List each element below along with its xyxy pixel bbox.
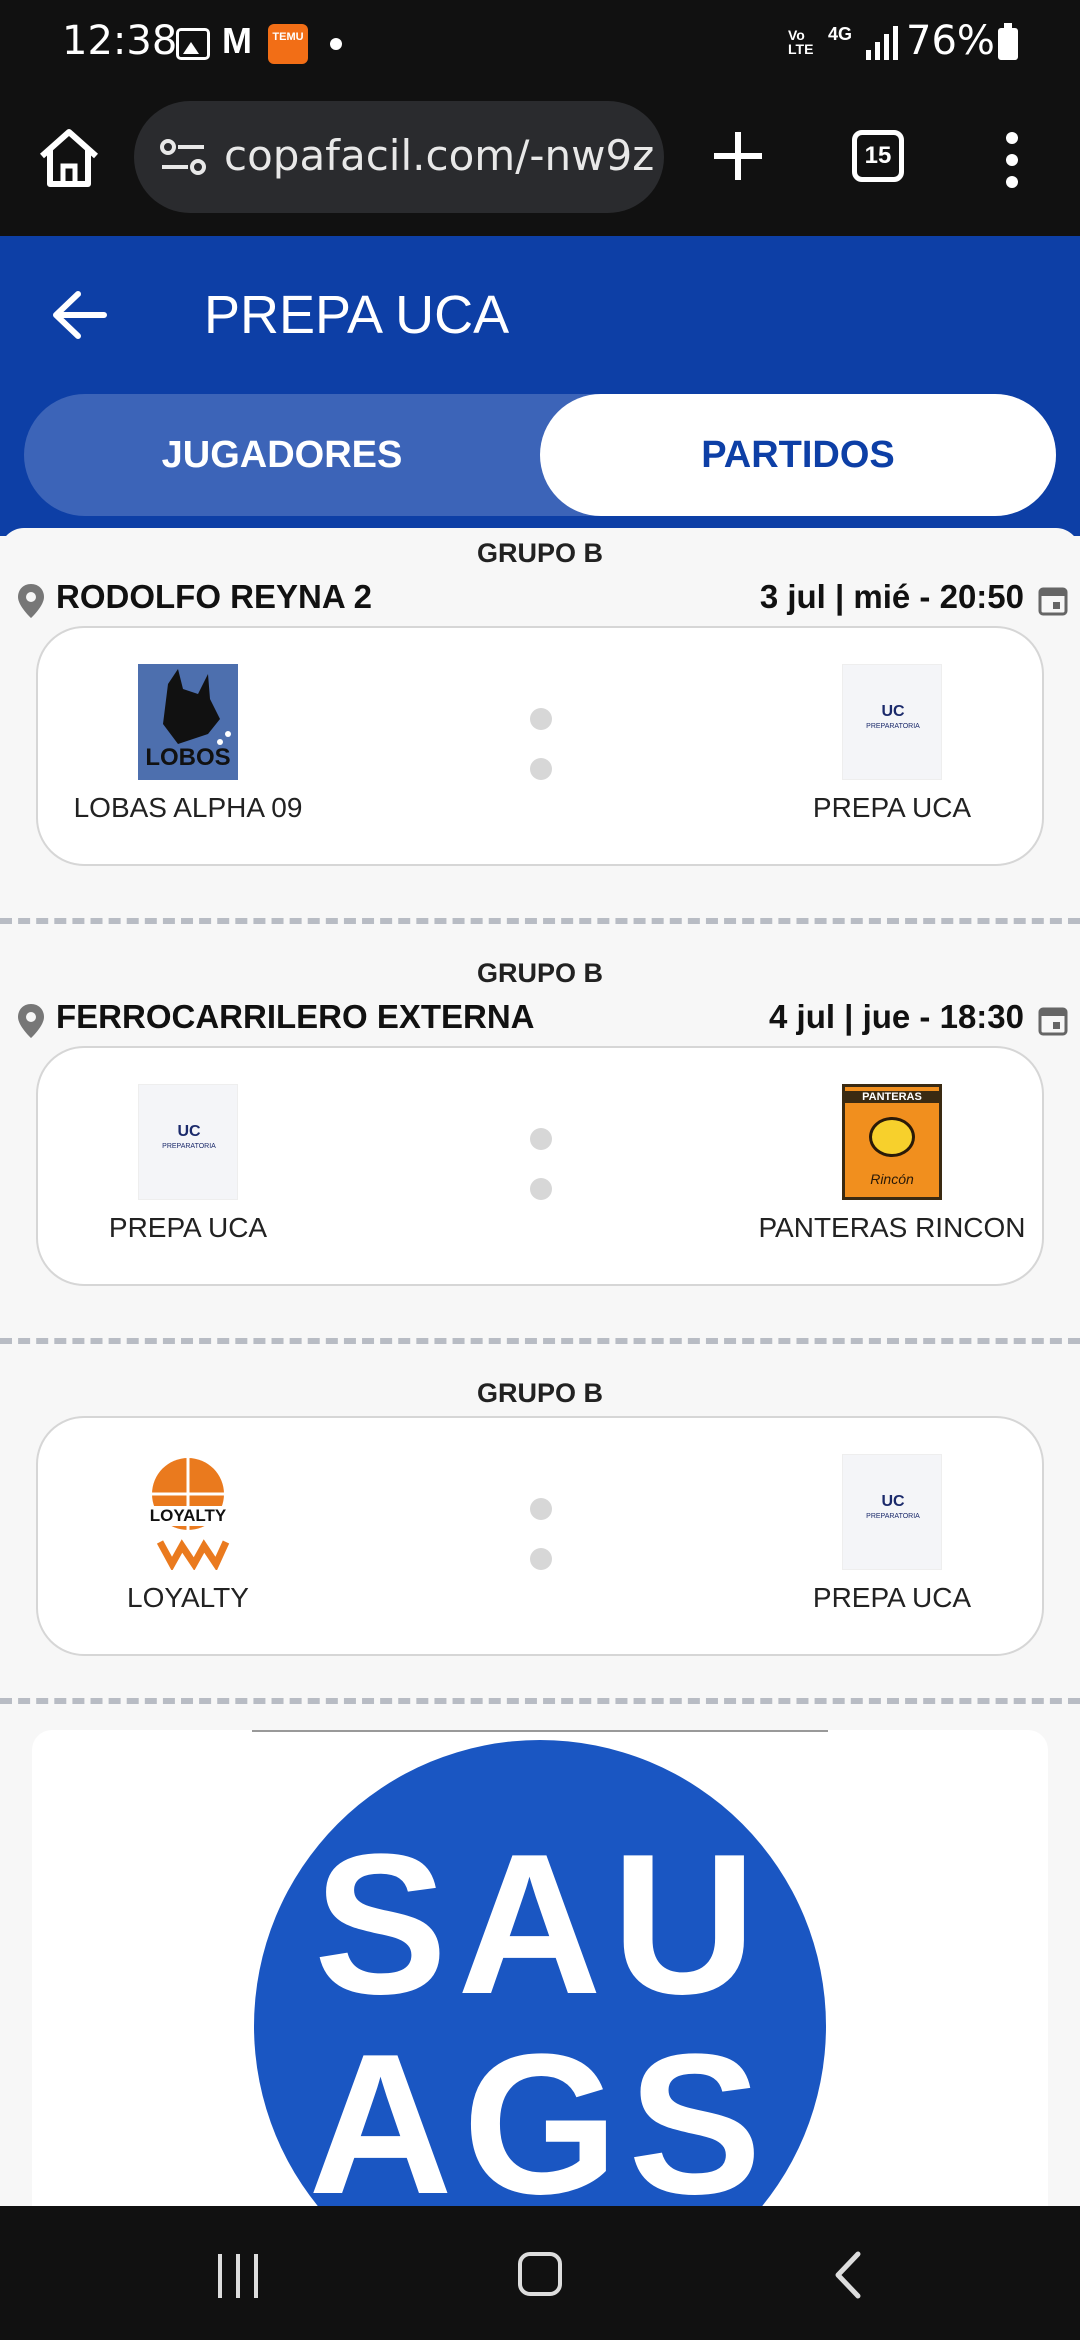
- team-name: PREPA UCA: [812, 792, 972, 823]
- back-arrow-icon[interactable]: [52, 290, 108, 340]
- uca-logo-subtext: PREPARATORIA: [866, 723, 920, 730]
- status-bar: 12:38 M TEMU Vo LTE 4G 76%: [0, 0, 1080, 86]
- back-icon[interactable]: [828, 2250, 868, 2300]
- team-name: PREPA UCA: [108, 1212, 268, 1243]
- loyalty-logo-text: LOYALTY: [138, 1506, 238, 1526]
- battery-percent: 76%: [906, 18, 995, 64]
- uca-logo: UC PREPARATORIA: [138, 1084, 238, 1200]
- page-title: PREPA UCA: [204, 285, 510, 345]
- group-label: GRUPO B: [476, 1378, 603, 1408]
- tab-partidos[interactable]: PARTIDOS: [540, 394, 1056, 516]
- match-info-row: RODOLFO REYNA 2 3 jul | mié - 20:50: [18, 578, 1068, 622]
- tab-jugadores[interactable]: JUGADORES: [24, 394, 540, 516]
- status-time: 12:38: [62, 18, 178, 64]
- away-team[interactable]: UC PREPARATORIA PREPA UCA: [752, 664, 1032, 824]
- score-placeholder: [530, 708, 552, 808]
- away-team[interactable]: PANTERAS Rincón PANTERAS RINCON: [752, 1084, 1032, 1244]
- uca-logo: UC PREPARATORIA: [842, 664, 942, 780]
- divider: [0, 1338, 1080, 1344]
- gmail-icon: M: [222, 20, 252, 61]
- divider: [0, 1698, 1080, 1704]
- location-pin-icon: [18, 1004, 44, 1038]
- loyalty-logo: LOYALTY: [138, 1454, 238, 1572]
- team-name: LOBAS ALPHA 09: [73, 792, 303, 823]
- group-label: GRUPO B: [476, 538, 603, 568]
- temu-icon: TEMU: [268, 24, 308, 64]
- venue-name: FERROCARRILERO EXTERNA: [56, 998, 535, 1035]
- match-card[interactable]: LOBOS LOBAS ALPHA 09 UC PREPARATORIA PRE…: [36, 626, 1044, 866]
- panteras-logo-subtext: Rincón: [870, 1171, 914, 1187]
- match-card[interactable]: UC PREPARATORIA PREPA UCA PANTERAS Rincó…: [36, 1046, 1044, 1286]
- site-settings-icon[interactable]: [160, 139, 206, 175]
- uca-logo-text: UC: [881, 1493, 905, 1510]
- new-tab-icon[interactable]: [710, 128, 766, 184]
- score-placeholder: [530, 1128, 552, 1228]
- uca-logo-text: UC: [881, 703, 905, 720]
- tab-bar: JUGADORES PARTIDOS: [24, 394, 1056, 516]
- calendar-icon[interactable]: [1038, 584, 1068, 616]
- battery-icon: [998, 23, 1018, 60]
- uca-logo-subtext: PREPARATORIA: [162, 1143, 216, 1150]
- matches-list: GRUPO B RODOLFO REYNA 2 3 jul | mié - 20…: [0, 528, 1080, 2206]
- match-date: 3 jul | mié - 20:50: [759, 578, 1024, 615]
- photo-icon: [176, 28, 210, 60]
- app-header: PREPA UCA JUGADORES PARTIDOS: [0, 236, 1080, 536]
- home-team[interactable]: UC PREPARATORIA PREPA UCA: [48, 1084, 328, 1244]
- panteras-logo-text: PANTERAS: [845, 1091, 939, 1103]
- team-name: LOYALTY: [127, 1582, 249, 1613]
- location-pin-icon: [18, 584, 44, 618]
- home-team[interactable]: LOBOS LOBAS ALPHA 09: [48, 664, 328, 824]
- tab-switcher-button[interactable]: 15: [852, 130, 904, 182]
- panteras-logo: PANTERAS Rincón: [842, 1084, 942, 1200]
- notification-dot-icon: [330, 38, 342, 50]
- url-text[interactable]: copafacil.com/-nw9z: [224, 131, 654, 180]
- volte-label: Vo LTE: [788, 27, 814, 57]
- sponsor-banner[interactable]: SAU AGS: [32, 1730, 1048, 2206]
- network-label: 4G: [828, 24, 853, 44]
- uca-logo-subtext: PREPARATORIA: [866, 1513, 920, 1520]
- divider: [0, 918, 1080, 924]
- recent-apps-icon[interactable]: [214, 2254, 264, 2298]
- venue-name: RODOLFO REYNA 2: [56, 578, 372, 615]
- system-nav-bar: [0, 2206, 1080, 2340]
- more-menu-icon[interactable]: [1000, 132, 1024, 188]
- browser-toolbar: copafacil.com/-nw9z 15: [0, 86, 1080, 236]
- sponsor-text-line1: SAU: [313, 1813, 767, 2036]
- uca-logo: UC PREPARATORIA: [842, 1454, 942, 1570]
- match-card[interactable]: LOYALTY LOYALTY UC PREPARATORIA PREPA UC…: [36, 1416, 1044, 1656]
- group-label: GRUPO B: [476, 958, 603, 988]
- home-team[interactable]: LOYALTY LOYALTY: [48, 1454, 328, 1614]
- lobos-logo: LOBOS: [138, 664, 238, 780]
- calendar-icon[interactable]: [1038, 1004, 1068, 1036]
- sponsor-text-line2: AGS: [308, 2013, 772, 2207]
- home-icon[interactable]: [34, 122, 104, 192]
- team-name: PANTERAS RINCON: [758, 1212, 1026, 1243]
- away-team[interactable]: UC PREPARATORIA PREPA UCA: [752, 1454, 1032, 1614]
- sponsor-logo: SAU AGS: [254, 1740, 826, 2206]
- team-name: PREPA UCA: [812, 1582, 972, 1613]
- lobos-logo-text: LOBOS: [145, 744, 231, 771]
- uca-logo-text: UC: [177, 1123, 201, 1140]
- score-placeholder: [530, 1498, 552, 1598]
- signal-icon: [866, 26, 900, 60]
- temu-label: TEMU: [272, 31, 304, 43]
- address-bar[interactable]: copafacil.com/-nw9z: [134, 101, 664, 213]
- home-button-icon[interactable]: [518, 2252, 562, 2296]
- match-info-row: FERROCARRILERO EXTERNA 4 jul | jue - 18:…: [18, 998, 1068, 1042]
- match-date: 4 jul | jue - 18:30: [769, 998, 1024, 1035]
